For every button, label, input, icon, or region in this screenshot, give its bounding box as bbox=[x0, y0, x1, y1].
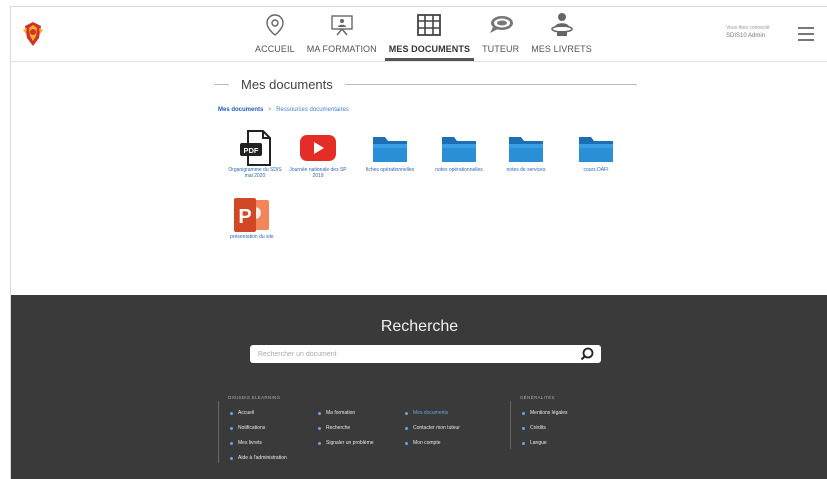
user-welcome-text: Vous êtes connecté bbox=[726, 25, 770, 31]
document-label: présentation du site bbox=[230, 234, 274, 240]
map-pin-icon bbox=[260, 11, 290, 39]
nav-tuteur[interactable]: TUTEUR bbox=[476, 11, 525, 61]
nav-label: TUTEUR bbox=[482, 44, 520, 54]
nav-mes-livrets[interactable]: MES LIVRETS bbox=[525, 11, 598, 61]
search-title: Recherche bbox=[380, 318, 459, 335]
footer-link-notifications[interactable]: Notifications bbox=[229, 425, 265, 431]
folder-icon bbox=[566, 131, 626, 165]
nav-accueil[interactable]: ACCUEIL bbox=[249, 11, 301, 61]
folder-icon bbox=[360, 131, 420, 165]
footer-link-ma-formation[interactable]: Ma formation bbox=[317, 410, 355, 416]
breadcrumb-current[interactable]: Mes documents bbox=[218, 107, 263, 113]
hamburger-menu-icon[interactable] bbox=[798, 27, 814, 41]
main-nav: ACCUEIL MA FORMATION MES DOCUMENTS TUTEU… bbox=[249, 11, 598, 61]
folder-icon bbox=[496, 131, 556, 165]
documents-grid-icon bbox=[414, 11, 444, 39]
page-title: Mes documents bbox=[241, 76, 333, 92]
folder-icon bbox=[429, 131, 489, 165]
breadcrumb-link[interactable]: Ressources documentaires bbox=[276, 107, 349, 113]
document-item[interactable]: Journée nationale des SP 2019 bbox=[288, 131, 348, 179]
footer-link-mes-livrets[interactable]: Mes livrets bbox=[230, 440, 262, 446]
document-label: fiches opérationnelles bbox=[365, 167, 415, 173]
pdf-file-icon: PDF bbox=[225, 130, 285, 166]
svg-text:PDF: PDF bbox=[244, 146, 259, 155]
document-item[interactable]: cours DAFI bbox=[566, 131, 626, 173]
person-desk-icon bbox=[547, 11, 577, 39]
svg-text:P: P bbox=[238, 206, 251, 228]
user-name: SDIS10 Admin bbox=[726, 33, 766, 39]
sdis-logo[interactable] bbox=[21, 20, 45, 48]
footer-column-title: GÉNÉRALITÉS bbox=[520, 395, 555, 400]
document-label: Organigramme du SDIS mai 2020 bbox=[228, 167, 282, 179]
footer-divider bbox=[218, 401, 219, 463]
title-divider bbox=[214, 83, 229, 85]
footer-link-mes-documents[interactable]: Mes documents bbox=[404, 410, 448, 416]
nav-ma-formation[interactable]: MA FORMATION bbox=[301, 11, 383, 61]
nav-label: MA FORMATION bbox=[306, 44, 377, 54]
document-label: notes opérationnelles bbox=[435, 167, 483, 173]
footer-column-title: DIGISDIS ELEARNING bbox=[228, 395, 281, 400]
footer-link-mon-compte[interactable]: Mon compte bbox=[405, 440, 441, 446]
title-divider bbox=[344, 83, 637, 85]
nav-label: ACCUEIL bbox=[255, 44, 295, 54]
page-frame: ACCUEIL MA FORMATION MES DOCUMENTS TUTEU… bbox=[10, 6, 827, 479]
footer-link-recherche[interactable]: Recherche bbox=[317, 425, 350, 431]
presentation-board-icon bbox=[327, 11, 357, 39]
top-header: ACCUEIL MA FORMATION MES DOCUMENTS TUTEU… bbox=[11, 7, 827, 62]
document-item[interactable]: fiches opérationnelles bbox=[360, 131, 420, 173]
document-label: Journée nationale des SP 2019 bbox=[289, 167, 347, 179]
footer-link-signaler[interactable]: Signaler un problème bbox=[318, 440, 374, 446]
search-icon[interactable] bbox=[580, 347, 594, 361]
footer-link-mentions-legales[interactable]: Mentions légales bbox=[522, 410, 568, 416]
document-label: cours DAFI bbox=[583, 167, 609, 173]
footer-link-langue[interactable]: Langue bbox=[522, 440, 547, 446]
user-info[interactable]: Vous êtes connecté SDIS10 Admin bbox=[726, 25, 786, 39]
search-input[interactable] bbox=[258, 347, 568, 361]
breadcrumb: Mes documents > Ressources documentaires bbox=[218, 107, 349, 113]
footer-link-accueil[interactable]: Accueil bbox=[229, 410, 254, 416]
footer-link-credits[interactable]: Crédits bbox=[522, 425, 546, 431]
youtube-video-icon bbox=[288, 131, 348, 165]
nav-label: MES DOCUMENTS bbox=[388, 44, 471, 54]
footer: Recherche DIGISDIS ELEARNING Accueil Not… bbox=[11, 295, 827, 479]
footer-link-contacter-tuteur[interactable]: Contacter mon tuteur bbox=[405, 425, 460, 431]
document-item[interactable]: notes de services bbox=[496, 131, 556, 173]
footer-link-aide[interactable]: Aide à l'administration bbox=[230, 455, 287, 461]
document-item[interactable]: PDF Organigramme du SDIS mai 2020 bbox=[225, 130, 285, 179]
document-item[interactable]: notes opérationnelles bbox=[429, 131, 489, 173]
page-title-row: Mes documents bbox=[214, 74, 637, 94]
nav-label: MES LIVRETS bbox=[531, 44, 592, 54]
document-item[interactable]: P présentation du site bbox=[222, 198, 282, 240]
document-label: notes de services bbox=[506, 167, 546, 173]
main-content: Mes documents Mes documents > Ressources… bbox=[11, 63, 827, 295]
powerpoint-file-icon: P bbox=[222, 198, 282, 232]
breadcrumb-separator: > bbox=[268, 107, 272, 113]
nav-mes-documents[interactable]: MES DOCUMENTS bbox=[383, 11, 476, 61]
footer-divider bbox=[510, 401, 511, 449]
chat-bubbles-icon bbox=[486, 11, 516, 39]
search-box bbox=[250, 345, 601, 363]
